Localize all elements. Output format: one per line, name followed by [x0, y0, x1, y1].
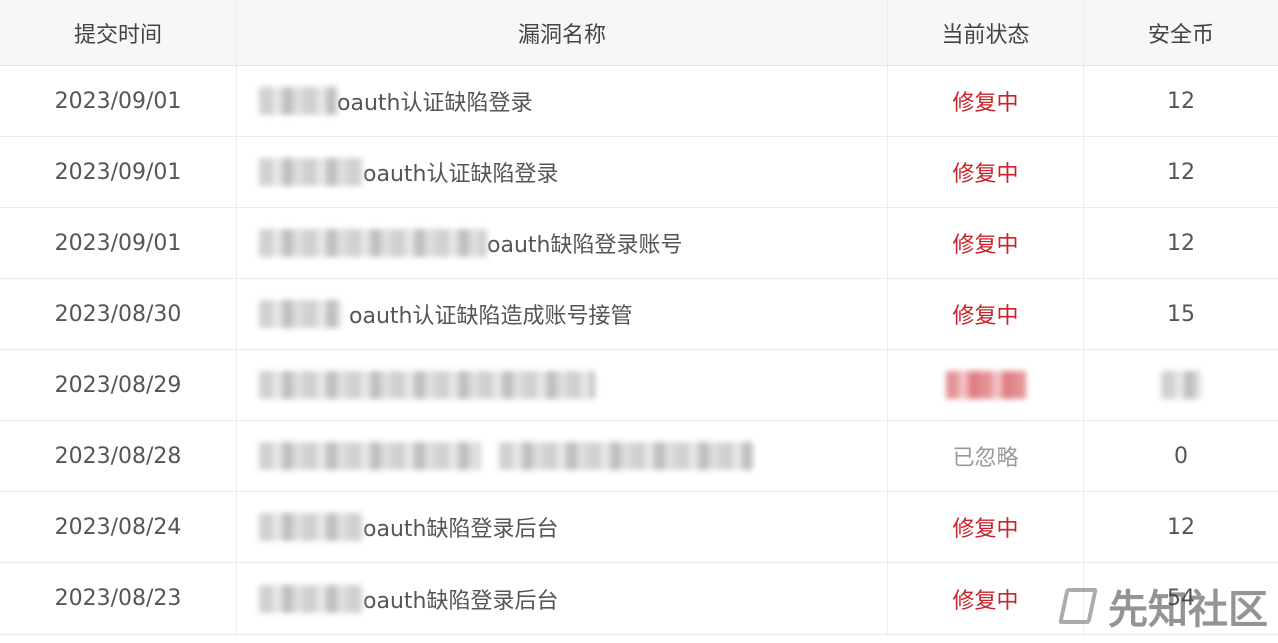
table-row[interactable]: 2023/08/28 已忽略 0 — [0, 421, 1278, 492]
row-name-text: oauth缺陷登录后台 — [363, 588, 559, 614]
row-coins: 12 — [1167, 159, 1195, 185]
redacted-block — [259, 442, 481, 470]
redacted-coins — [1161, 371, 1201, 399]
xianzhi-logo-icon — [1058, 586, 1098, 626]
row-coins: 12 — [1167, 88, 1195, 114]
row-date: 2023/09/01 — [0, 66, 237, 136]
row-status: 已忽略 — [888, 421, 1084, 491]
table-row[interactable]: 2023/09/01 oauth认证缺陷登录 修复中 12 — [0, 137, 1278, 208]
header-coins: 安全币 — [1147, 22, 1214, 48]
redacted-block — [259, 513, 363, 541]
row-status — [888, 350, 1084, 420]
header-status: 当前状态 — [888, 0, 1084, 65]
row-date: 2023/08/24 — [0, 492, 237, 562]
row-date: 2023/08/29 — [0, 350, 237, 420]
redacted-block — [259, 87, 337, 115]
row-name-text: oauth缺陷登录账号 — [487, 233, 683, 258]
watermark-text: 先知社区 — [1108, 587, 1268, 633]
row-status: 修复中 — [888, 563, 1084, 634]
row-name[interactable] — [237, 350, 888, 420]
table-row[interactable]: 2023/09/01 oauth认证缺陷登录 修复中 12 — [0, 66, 1278, 137]
row-name[interactable]: oauth缺陷登录账号 — [237, 208, 888, 278]
row-status: 修复中 — [888, 492, 1084, 562]
redacted-block — [259, 158, 363, 186]
row-coins: 12 — [1167, 230, 1195, 256]
row-coins — [1084, 350, 1278, 420]
row-status: 修复中 — [888, 137, 1084, 207]
redacted-block — [259, 300, 341, 328]
row-name-text: oauth认证缺陷登录 — [337, 91, 533, 116]
table-row[interactable]: 2023/08/29 — [0, 350, 1278, 421]
xianzhi-watermark: 先知社区 — [1058, 577, 1268, 635]
redacted-block — [259, 229, 487, 257]
table-row[interactable]: 2023/09/01 oauth缺陷登录账号 修复中 12 — [0, 208, 1278, 279]
row-coins: 0 — [1174, 443, 1188, 469]
row-status: 修复中 — [888, 208, 1084, 278]
row-coins: 12 — [1167, 514, 1195, 540]
row-name[interactable]: oauth认证缺陷造成账号接管 — [237, 279, 888, 349]
row-name-text: oauth缺陷登录后台 — [363, 517, 559, 542]
row-status: 修复中 — [888, 66, 1084, 136]
vulnerability-table: 提交时间 漏洞名称 当前状态 安全币 2023/09/01 oauth认证缺陷登… — [0, 0, 1278, 643]
row-name[interactable]: oauth缺陷登录后台 — [237, 563, 888, 634]
row-name[interactable] — [237, 421, 888, 491]
redacted-block — [259, 584, 363, 613]
row-name-text: oauth认证缺陷登录 — [363, 162, 559, 187]
row-name[interactable]: oauth缺陷登录后台 — [237, 492, 888, 562]
row-status: 修复中 — [888, 279, 1084, 349]
redacted-block — [259, 371, 595, 399]
header-name: 漏洞名称 — [237, 0, 888, 65]
row-date: 2023/09/01 — [0, 208, 237, 278]
row-coins: 15 — [1167, 301, 1195, 327]
row-date: 2023/08/28 — [0, 421, 237, 491]
row-date: 2023/09/01 — [0, 137, 237, 207]
row-date: 2023/08/23 — [0, 563, 237, 634]
row-name[interactable]: oauth认证缺陷登录 — [237, 137, 888, 207]
redacted-status — [945, 371, 1026, 399]
row-date: 2023/08/30 — [0, 279, 237, 349]
table-row[interactable]: 2023/08/24 oauth缺陷登录后台 修复中 12 — [0, 492, 1278, 563]
table-header: 提交时间 漏洞名称 当前状态 安全币 — [0, 0, 1278, 66]
redacted-block — [499, 442, 753, 470]
header-date: 提交时间 — [0, 0, 237, 65]
table-row[interactable]: 2023/08/30 oauth认证缺陷造成账号接管 修复中 15 — [0, 279, 1278, 350]
row-name[interactable]: oauth认证缺陷登录 — [237, 66, 888, 136]
row-name-text: oauth认证缺陷造成账号接管 — [349, 304, 633, 329]
